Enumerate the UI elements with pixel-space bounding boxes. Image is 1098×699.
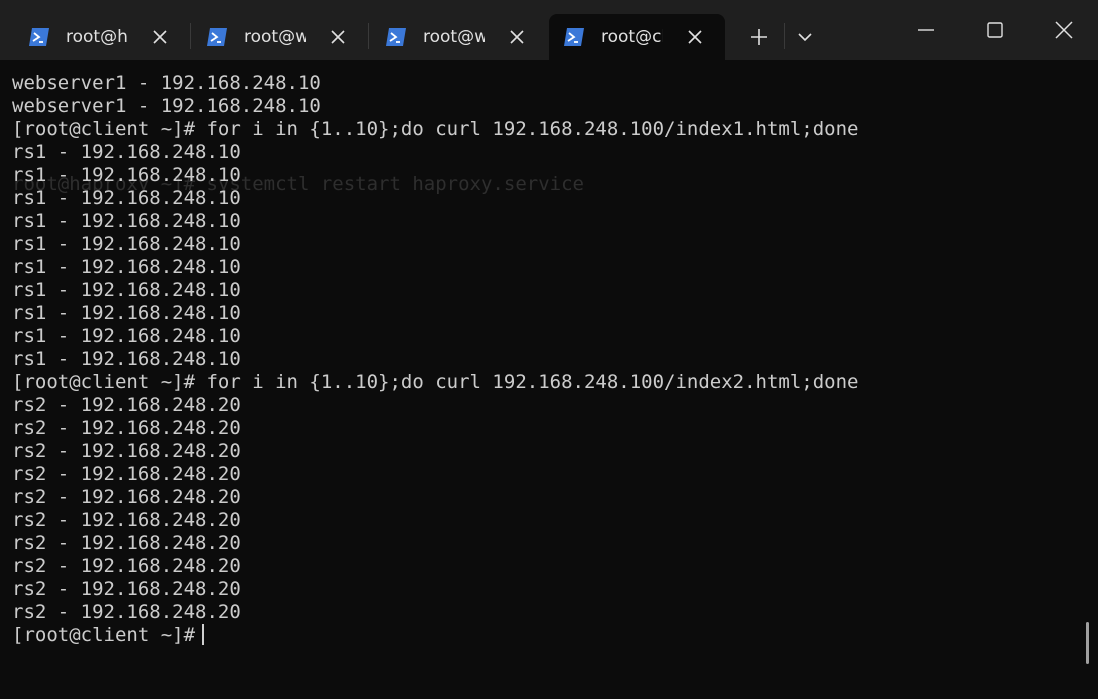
output-line: rs2 - 192.168.248.20 bbox=[12, 394, 241, 416]
input-prompt-line[interactable]: [root@client ~]# bbox=[12, 624, 858, 647]
tab-1[interactable]: root@ha bbox=[14, 14, 186, 60]
close-icon[interactable] bbox=[685, 27, 705, 47]
output-line: rs1 - 192.168.248.10 bbox=[12, 233, 241, 255]
output-line: rs1 - 192.168.248.10 bbox=[12, 348, 241, 370]
output-line: [root@client ~]# for i in {1..10};do cur… bbox=[12, 371, 859, 393]
output-line: rs1 - 192.168.248.10 bbox=[12, 187, 241, 209]
output-line: rs1 - 192.168.248.10 bbox=[12, 325, 241, 347]
tab-2[interactable]: root@w bbox=[192, 14, 364, 60]
powershell-icon bbox=[385, 27, 407, 47]
tab-label: root@w bbox=[244, 27, 306, 47]
close-icon[interactable] bbox=[328, 27, 348, 47]
maximize-button[interactable] bbox=[961, 0, 1029, 60]
output-line: rs1 - 192.168.248.10 bbox=[12, 164, 241, 186]
plus-icon bbox=[740, 29, 778, 56]
chevron-down-icon bbox=[788, 33, 822, 56]
terminal-output[interactable]: root@haproxy ~]# systemctl restart hapro… bbox=[0, 60, 1098, 699]
tab-3[interactable]: root@w bbox=[371, 14, 543, 60]
output-line: rs2 - 192.168.248.20 bbox=[12, 417, 241, 439]
prompt-text: [root@client ~]# bbox=[12, 624, 196, 646]
tab-label: root@w bbox=[423, 27, 485, 47]
output-line: rs1 - 192.168.248.10 bbox=[12, 302, 241, 324]
output-line: rs2 - 192.168.248.20 bbox=[12, 532, 241, 554]
tab-label: root@cl bbox=[601, 27, 663, 47]
close-icon[interactable] bbox=[507, 27, 527, 47]
close-icon[interactable] bbox=[150, 27, 170, 47]
powershell-icon bbox=[563, 27, 585, 47]
output-line: rs1 - 192.168.248.10 bbox=[12, 256, 241, 278]
window-close-button[interactable] bbox=[1030, 0, 1098, 60]
powershell-icon bbox=[28, 27, 50, 47]
tab-dropdown-button[interactable] bbox=[788, 22, 822, 52]
output-line: rs2 - 192.168.248.20 bbox=[12, 555, 241, 577]
tab-bar: root@ha root@w root@w bbox=[0, 0, 1098, 60]
tab-separator bbox=[784, 23, 785, 49]
text-cursor bbox=[202, 624, 205, 645]
output-line: webserver1 - 192.168.248.10 bbox=[12, 95, 321, 117]
output-line: rs2 - 192.168.248.20 bbox=[12, 486, 241, 508]
terminal-lines: webserver1 - 192.168.248.10 webserver1 - … bbox=[12, 72, 858, 647]
tab-4-active[interactable]: root@cl bbox=[549, 14, 725, 60]
output-line: rs1 - 192.168.248.10 bbox=[12, 210, 241, 232]
output-line: rs2 - 192.168.248.20 bbox=[12, 440, 241, 462]
minimize-button[interactable] bbox=[892, 0, 960, 60]
tab-label: root@ha bbox=[66, 27, 128, 47]
scrollbar-thumb[interactable] bbox=[1086, 622, 1089, 664]
tab-separator bbox=[190, 23, 191, 49]
output-line: [root@client ~]# for i in {1..10};do cur… bbox=[12, 118, 859, 140]
output-line: rs2 - 192.168.248.20 bbox=[12, 509, 241, 531]
output-line: rs1 - 192.168.248.10 bbox=[12, 279, 241, 301]
output-line: rs2 - 192.168.248.20 bbox=[12, 601, 241, 623]
tab-separator bbox=[368, 23, 369, 49]
output-line: webserver1 - 192.168.248.10 bbox=[12, 72, 321, 94]
terminal-window: root@ha root@w root@w bbox=[0, 0, 1098, 699]
new-tab-button[interactable] bbox=[740, 22, 778, 52]
output-line: rs2 - 192.168.248.20 bbox=[12, 463, 241, 485]
output-line: rs2 - 192.168.248.20 bbox=[12, 578, 241, 600]
powershell-icon bbox=[206, 27, 228, 47]
output-line: rs1 - 192.168.248.10 bbox=[12, 141, 241, 163]
